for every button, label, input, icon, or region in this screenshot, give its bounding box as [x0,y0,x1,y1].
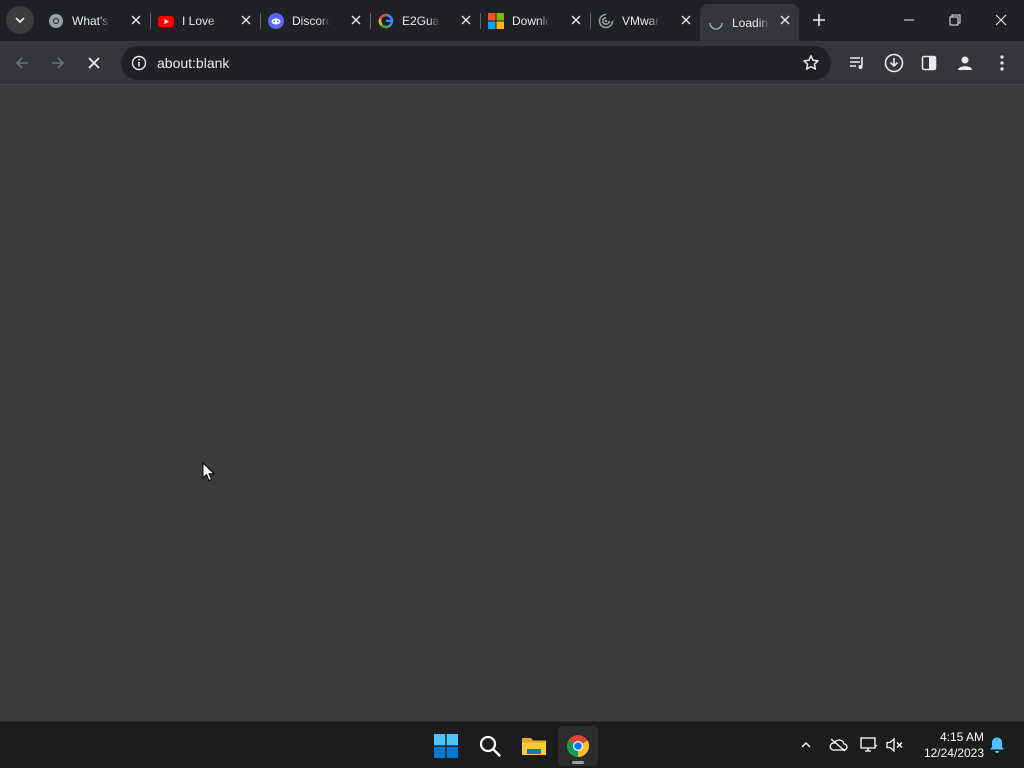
restore-icon [949,14,961,26]
onedrive-tray-button[interactable] [826,732,850,758]
file-explorer-button[interactable] [514,726,554,766]
mouse-cursor-icon [202,461,216,487]
tab-title: Discord [292,13,330,28]
system-clock[interactable]: 4:15 AM 12/24/2023 [914,729,984,761]
clock-time: 4:15 AM [939,730,984,744]
tab-youtube[interactable]: I Love Y [150,4,261,37]
microsoft-icon [488,12,504,29]
windows-taskbar: 4:15 AM 12/24/2023 [0,721,1024,768]
tab-title: VMwar [622,13,660,28]
bell-icon [990,737,1004,753]
close-icon[interactable] [238,12,254,28]
search-icon [479,735,501,757]
tab-loading-active[interactable]: Loadin [700,4,799,41]
tab-title: E2Guar [402,13,440,28]
minimize-button[interactable] [886,0,932,40]
tab-discord[interactable]: Discord [260,4,371,37]
show-hidden-icons-button[interactable] [794,732,818,758]
chevron-down-icon [15,17,25,24]
folder-icon [522,738,546,755]
tab-search-button[interactable] [6,6,34,34]
restore-button[interactable] [932,0,978,40]
clock-date: 12/24/2023 [923,746,984,760]
tab-e2guardian[interactable]: E2Guar [370,4,481,37]
media-control-button[interactable] [843,49,871,77]
tab-title: Downlo [512,13,550,28]
cloud-off-icon [829,738,848,752]
taskbar-search-button[interactable] [470,726,510,766]
stop-loading-button[interactable] [80,49,108,77]
arrow-left-icon [15,57,28,69]
side-panel-icon [921,55,937,71]
chrome-icon [567,735,589,757]
vmware-icon [598,13,614,29]
close-window-button[interactable] [978,0,1024,40]
close-icon[interactable] [568,12,584,28]
address-bar[interactable]: about:blank [121,46,831,80]
taskbar-chrome-button[interactable] [558,726,598,766]
tab-title: I Love Y [182,13,220,28]
running-indicator [572,761,584,764]
minimize-icon [904,19,914,21]
profile-button[interactable] [951,49,979,77]
tab-title: Loadin [732,15,769,30]
network-tray-button[interactable] [857,732,881,758]
close-icon[interactable] [678,12,694,28]
address-text[interactable]: about:blank [157,55,229,71]
volume-tray-button[interactable] [883,732,907,758]
chevron-up-icon [801,742,811,748]
volume-muted-icon [886,737,903,753]
close-icon[interactable] [348,12,364,28]
forward-button[interactable] [44,49,72,77]
arrow-right-icon [52,57,65,69]
windows-start-icon [434,734,458,758]
tab-download[interactable]: Downlo [480,4,591,37]
tab-whats[interactable]: What's [40,4,151,37]
back-button[interactable] [8,49,36,77]
side-panel-button[interactable] [915,49,943,77]
kebab-menu-icon [1000,55,1004,71]
page-content-blank[interactable] [0,86,1024,721]
close-icon [88,57,100,69]
browser-toolbar: about:blank [0,41,1024,85]
close-icon[interactable] [128,12,144,28]
tab-vmware[interactable]: VMwar [590,4,700,37]
close-icon[interactable] [458,12,474,28]
close-icon [995,14,1007,26]
bookmark-star-icon[interactable] [799,51,823,75]
tab-strip: What's I Love Y Discord E2Guar Downlo [0,0,1024,41]
chrome-icon [48,13,64,29]
info-icon[interactable] [127,51,151,75]
plus-icon [813,14,825,26]
download-icon [884,53,904,73]
new-tab-button[interactable] [808,9,830,31]
start-button[interactable] [426,726,466,766]
discord-icon [268,12,284,29]
tab-title: What's [72,13,109,28]
network-icon [860,737,878,752]
downloads-button[interactable] [880,49,908,77]
close-icon[interactable] [777,12,793,28]
google-icon [378,13,394,29]
media-queue-icon [850,57,863,69]
menu-button[interactable] [988,49,1016,77]
youtube-icon [158,13,174,29]
loading-spinner-icon [708,15,724,31]
notifications-button[interactable] [985,732,1009,758]
profile-icon [958,56,972,70]
